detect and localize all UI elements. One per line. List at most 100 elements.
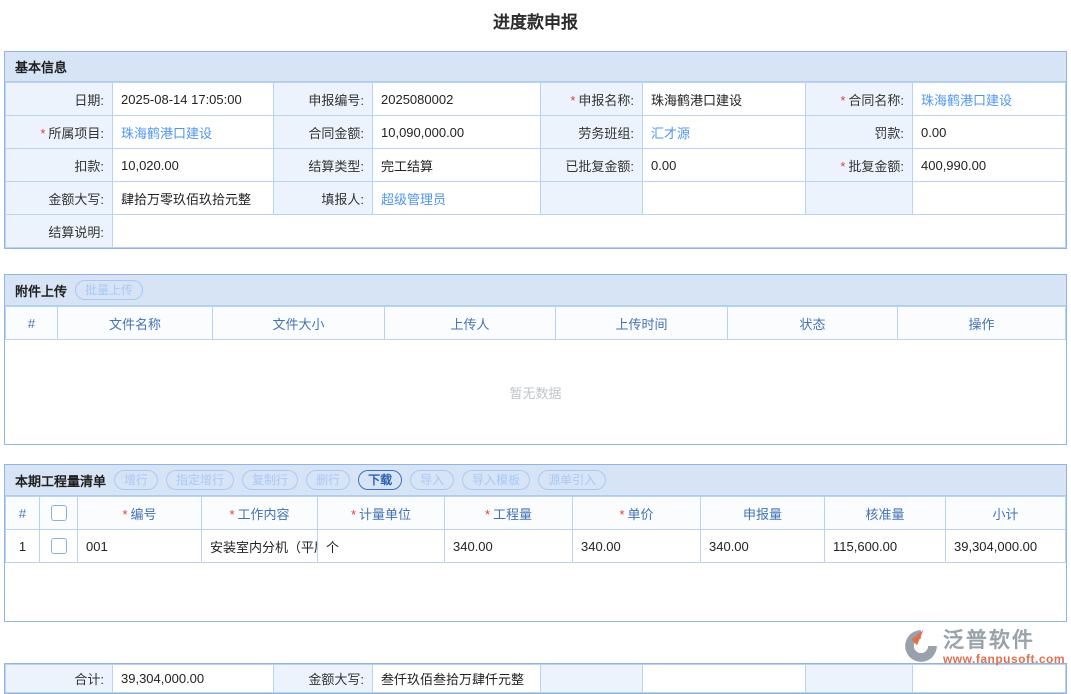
col-index: #	[6, 497, 40, 530]
brand-logo: 泛普软件 www.fanpusoft.com	[902, 627, 1065, 668]
row-approved: 115,600.00	[825, 530, 946, 563]
field-approved-done-value: 0.00	[643, 149, 806, 182]
basic-info-title: 基本信息	[15, 57, 67, 76]
row-select-cell	[40, 530, 78, 563]
field-labor-team-value: 汇才源	[643, 116, 806, 149]
field-amount-words-value: 肆拾万零玖佰玖拾元整	[113, 182, 274, 215]
field-contract-amount-label: 合同金额:	[274, 116, 373, 149]
boq-title: 本期工程量清单	[15, 471, 106, 490]
empty-label-cell	[541, 665, 643, 693]
col-upload-time: 上传时间	[556, 307, 728, 340]
col-file-size: 文件大小	[213, 307, 385, 340]
filler-link[interactable]: 超级管理员	[381, 192, 446, 207]
row-unit[interactable]: 个	[318, 530, 445, 563]
boq-header-bar: 本期工程量清单 增行 指定增行 复制行 删行 下载 导入 导入模板 源单引入	[5, 465, 1066, 496]
empty-value-cell	[913, 182, 1066, 215]
field-deduction-label: 扣款:	[6, 149, 113, 182]
col-price: *单价	[573, 497, 701, 530]
field-amount-words-label: 金额大写:	[6, 182, 113, 215]
col-declared: 申报量	[701, 497, 825, 530]
row-work-content[interactable]: 安装室内分机（平层.	[202, 530, 318, 563]
boq-empty-filler	[5, 563, 1066, 621]
field-settle-note-value	[113, 215, 1066, 248]
field-date-value: 2025-08-14 17:05:00	[113, 83, 274, 116]
contract-name-link[interactable]: 珠海鹤港口建设	[921, 93, 1012, 108]
col-quantity: *工程量	[445, 497, 573, 530]
field-project-label: *所属项目:	[6, 116, 113, 149]
empty-label-cell	[541, 182, 643, 215]
row-select-checkbox[interactable]	[51, 538, 67, 554]
row-index: 1	[6, 530, 40, 563]
field-filler-label: 填报人:	[274, 182, 373, 215]
col-uploader: 上传人	[385, 307, 556, 340]
import-template-button[interactable]: 导入模板	[462, 470, 530, 490]
field-date-label: 日期:	[6, 83, 113, 116]
row-code[interactable]: 001	[78, 530, 202, 563]
field-approve-amount-label: *批复金额:	[806, 149, 913, 182]
col-subtotal: 小计	[946, 497, 1066, 530]
row-quantity[interactable]: 340.00	[445, 530, 573, 563]
field-penalty-value: 0.00	[913, 116, 1066, 149]
delete-row-button[interactable]: 删行	[306, 470, 350, 490]
fanpu-logo-icon	[902, 627, 940, 668]
summary-table: 合计: 39,304,000.00 金额大写: 叁仟玖佰叁拾万肆仟元整	[5, 664, 1066, 693]
page-title: 进度款申报	[0, 0, 1071, 35]
required-marker: *	[229, 507, 234, 522]
no-data-text: 暂无数据	[509, 383, 561, 402]
empty-value-cell	[913, 665, 1066, 693]
required-marker: *	[485, 507, 490, 522]
col-code: *编号	[78, 497, 202, 530]
attachments-section: 附件上传 批量上传 # 文件名称 文件大小 上传人 上传时间 状态 操作 暂无数…	[4, 274, 1067, 445]
project-link[interactable]: 珠海鹤港口建设	[121, 126, 212, 141]
required-marker: *	[840, 159, 845, 174]
field-contract-amount-value: 10,090,000.00	[373, 116, 541, 149]
field-labor-team-label: 劳务班组:	[541, 116, 643, 149]
basic-row-4: 金额大写: 肆拾万零玖佰玖拾元整 填报人: 超级管理员	[6, 182, 1066, 215]
labor-team-link[interactable]: 汇才源	[651, 126, 690, 141]
field-settle-type-label: 结算类型:	[274, 149, 373, 182]
empty-label-cell	[806, 182, 913, 215]
row-declared[interactable]: 340.00	[701, 530, 825, 563]
boq-data-row: 1 001 安装室内分机（平层. 个 340.00 340.00 340.00 …	[6, 530, 1066, 563]
required-marker: *	[351, 507, 356, 522]
col-unit: *计量单位	[318, 497, 445, 530]
batch-upload-button[interactable]: 批量上传	[75, 280, 143, 300]
basic-info-table: 日期: 2025-08-14 17:05:00 申报编号: 2025080002…	[5, 82, 1066, 248]
field-penalty-label: 罚款:	[806, 116, 913, 149]
download-button[interactable]: 下载	[358, 470, 402, 490]
field-filler-value: 超级管理员	[373, 182, 541, 215]
field-contract-name-label: *合同名称:	[806, 83, 913, 116]
col-actions: 操作	[898, 307, 1066, 340]
total-label: 合计:	[6, 665, 113, 693]
add-row-button[interactable]: 增行	[114, 470, 158, 490]
brand-name: 泛普软件	[943, 630, 1035, 651]
required-marker: *	[840, 93, 845, 108]
required-marker: *	[619, 507, 624, 522]
attachments-empty-area: 暂无数据	[5, 340, 1066, 444]
row-price[interactable]: 340.00	[573, 530, 701, 563]
copy-row-button[interactable]: 复制行	[242, 470, 298, 490]
required-marker: *	[40, 126, 45, 141]
empty-value-cell	[643, 182, 806, 215]
source-import-button[interactable]: 源单引入	[538, 470, 606, 490]
attachments-title: 附件上传	[15, 281, 67, 300]
brand-logo-text: 泛普软件 www.fanpusoft.com	[943, 630, 1065, 665]
insert-row-button[interactable]: 指定增行	[166, 470, 234, 490]
boq-section: 本期工程量清单 增行 指定增行 复制行 删行 下载 导入 导入模板 源单引入 #…	[4, 464, 1067, 622]
total-value: 39,304,000.00	[113, 665, 274, 693]
field-declare-name-value: 珠海鹤港口建设	[643, 83, 806, 116]
col-file-name: 文件名称	[58, 307, 213, 340]
basic-row-3: 扣款: 10,020.00 结算类型: 完工结算 已批复金额: 0.00 *批复…	[6, 149, 1066, 182]
field-declare-no-label: 申报编号:	[274, 83, 373, 116]
field-deduction-value: 10,020.00	[113, 149, 274, 182]
import-button[interactable]: 导入	[410, 470, 454, 490]
brand-url: www.fanpusoft.com	[943, 653, 1065, 665]
field-approve-amount-value: 400,990.00	[913, 149, 1066, 182]
attachments-header-row: # 文件名称 文件大小 上传人 上传时间 状态 操作	[6, 307, 1066, 340]
select-all-checkbox[interactable]	[51, 505, 67, 521]
basic-row-2: *所属项目: 珠海鹤港口建设 合同金额: 10,090,000.00 劳务班组:…	[6, 116, 1066, 149]
field-declare-name-label: *申报名称:	[541, 83, 643, 116]
basic-info-header-bar: 基本信息	[5, 52, 1066, 82]
basic-row-1: 日期: 2025-08-14 17:05:00 申报编号: 2025080002…	[6, 83, 1066, 116]
basic-info-section: 基本信息 日期: 2025-08-14 17:05:00 申报编号: 20250…	[4, 51, 1067, 249]
